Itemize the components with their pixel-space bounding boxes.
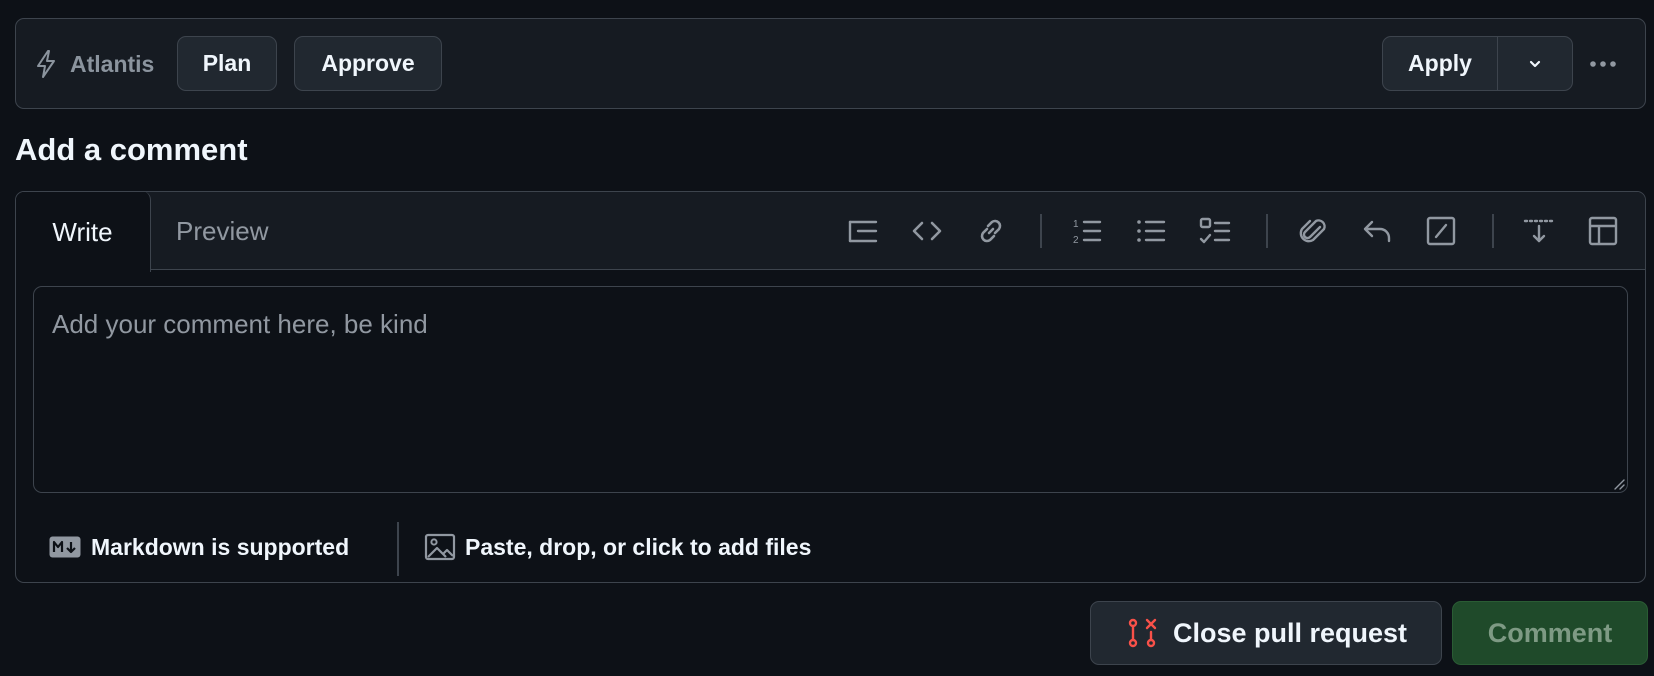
- toolbar-divider: [1040, 214, 1042, 248]
- markdown-icon[interactable]: [49, 536, 81, 558]
- app-name: Atlantis: [70, 51, 155, 77]
- comment-editor: Write Preview 1 2 Add your comment here,…: [15, 191, 1646, 583]
- kebab-horizontal-icon[interactable]: [1586, 49, 1620, 79]
- approve-button[interactable]: Approve: [294, 36, 442, 91]
- app-action-bar: Atlantis Plan Approve Apply: [15, 18, 1646, 109]
- code-icon[interactable]: [910, 214, 944, 248]
- tab-preview[interactable]: Preview: [176, 212, 268, 250]
- slash-command-icon[interactable]: [1424, 214, 1458, 248]
- comment-textarea-container: [33, 286, 1628, 493]
- apply-button-group: Apply: [1382, 36, 1573, 91]
- close-pull-request-button[interactable]: Close pull request: [1090, 601, 1442, 665]
- heading-icon[interactable]: [846, 214, 880, 248]
- tab-write[interactable]: Write: [16, 192, 151, 272]
- reply-icon[interactable]: [1360, 214, 1394, 248]
- comment-panel: Atlantis Plan Approve Apply Add a commen…: [0, 0, 1654, 676]
- toolbar-divider: [1266, 214, 1268, 248]
- editor-footer: Markdown is supported Paste, drop, or cl…: [16, 510, 1645, 582]
- unordered-list-icon[interactable]: [1134, 214, 1168, 248]
- apply-menu-button[interactable]: [1498, 37, 1572, 90]
- zap-icon: [37, 50, 55, 78]
- chevron-down-icon: [1529, 60, 1541, 67]
- git-pull-request-closed-icon: [1128, 618, 1157, 648]
- comment-textarea[interactable]: [34, 287, 1627, 492]
- collapse-icon[interactable]: [1522, 214, 1556, 248]
- link-icon[interactable]: [974, 214, 1008, 248]
- ordered-list-icon[interactable]: 1 2: [1070, 214, 1104, 248]
- footer-divider: [397, 522, 399, 576]
- comment-submit-button[interactable]: Comment: [1452, 601, 1648, 665]
- markdown-note[interactable]: Markdown is supported: [91, 532, 349, 562]
- toolbar-divider: [1492, 214, 1494, 248]
- svg-text:2: 2: [1073, 235, 1079, 246]
- close-pull-request-label: Close pull request: [1173, 617, 1408, 648]
- apply-button[interactable]: Apply: [1383, 37, 1498, 90]
- image-icon[interactable]: [424, 532, 456, 562]
- table-icon[interactable]: [1586, 214, 1620, 248]
- resize-handle-icon[interactable]: [1611, 476, 1625, 490]
- section-heading: Add a comment: [15, 132, 248, 167]
- add-files-prompt[interactable]: Paste, drop, or click to add files: [465, 532, 811, 562]
- editor-header: Write Preview 1 2: [16, 192, 1645, 272]
- plan-button[interactable]: Plan: [177, 36, 277, 91]
- attachment-icon[interactable]: [1296, 214, 1330, 248]
- svg-text:1: 1: [1073, 219, 1079, 230]
- task-list-icon[interactable]: [1198, 214, 1232, 248]
